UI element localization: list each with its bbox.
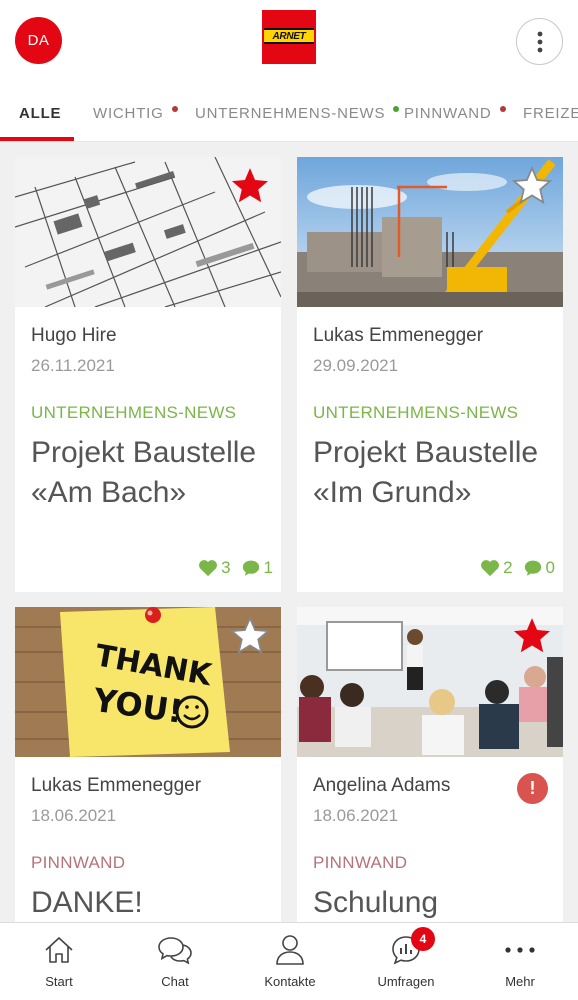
- company-logo: ARNET: [262, 10, 316, 64]
- card-category: UNTERNEHMENS-NEWS: [31, 403, 237, 422]
- nav-chat[interactable]: Chat: [117, 923, 233, 1000]
- tab-alle[interactable]: ALLE: [19, 84, 61, 141]
- nav-mehr[interactable]: Mehr: [462, 923, 578, 1000]
- card-author: Hugo Hire: [31, 325, 117, 346]
- vertical-dots-icon: [537, 31, 542, 52]
- card-stats: 3 1: [198, 558, 273, 578]
- category-tabs: ALLE WICHTIG UNTERNEHMENS-NEWS PINNWAND …: [0, 84, 578, 142]
- unread-dot: [499, 106, 506, 112]
- chat-icon: [158, 937, 192, 965]
- favorite-star-icon[interactable]: [511, 615, 553, 657]
- heart-icon: [481, 560, 500, 577]
- card-date: 29.09.2021: [313, 356, 399, 375]
- person-icon: [276, 935, 304, 965]
- nav-start[interactable]: Start: [1, 923, 117, 1000]
- favorite-star-icon[interactable]: [229, 615, 271, 657]
- card-date: 18.06.2021: [31, 806, 117, 825]
- card-category: UNTERNEHMENS-NEWS: [313, 403, 519, 422]
- comment-count: 1: [263, 558, 273, 577]
- card-author: Angelina Adams: [313, 775, 451, 796]
- unread-dot: [171, 106, 178, 112]
- active-tab-indicator: [0, 137, 74, 141]
- card-category: PINNWAND: [31, 853, 126, 872]
- overflow-menu-button[interactable]: [516, 18, 563, 65]
- heart-icon: [199, 560, 218, 577]
- card-title: Projekt Baustelle «Am Bach»: [31, 436, 257, 509]
- comment-icon: [242, 560, 259, 576]
- tab-pinnwand[interactable]: PINNWAND: [404, 84, 506, 141]
- comment-icon: [524, 560, 541, 576]
- tab-unternehmens-news[interactable]: UNTERNEHMENS-NEWS: [195, 84, 400, 141]
- home-icon: [45, 937, 73, 963]
- nav-kontakte[interactable]: Kontakte: [232, 923, 348, 1000]
- card-title: Projekt Baustelle «Im Grund»: [313, 436, 539, 509]
- card-title: DANKE!: [31, 886, 143, 919]
- like-count: 2: [503, 558, 513, 577]
- favorite-star-icon[interactable]: [229, 165, 271, 207]
- news-card[interactable]: Angelina Adams ! 18.06.2021 PINNWAND Sch…: [297, 607, 563, 937]
- card-title: Schulung: [313, 886, 439, 919]
- card-date: 18.06.2021: [313, 806, 399, 825]
- tab-wichtig[interactable]: WICHTIG: [93, 84, 178, 141]
- news-card[interactable]: Hugo Hire 26.11.2021 UNTERNEHMENS-NEWS P…: [15, 157, 281, 592]
- user-avatar[interactable]: DA: [15, 17, 62, 64]
- app-header: DA ARNET: [0, 0, 578, 84]
- card-category: PINNWAND: [313, 853, 408, 872]
- news-card[interactable]: Lukas Emmenegger 29.09.2021 UNTERNEHMENS…: [297, 157, 563, 592]
- unread-dot: [393, 106, 400, 112]
- bottom-navigation: Start Chat Kontakte 4 Umfragen Mehr: [0, 922, 578, 1000]
- tab-freizeit[interactable]: FREIZEIT: [523, 84, 578, 141]
- card-stats: 2 0: [480, 558, 555, 578]
- card-author: Lukas Emmenegger: [313, 325, 484, 346]
- card-author: Lukas Emmenegger: [31, 775, 202, 796]
- news-card[interactable]: THANK YOU! Lukas Emmenegger 18.06.2021 P…: [15, 607, 281, 937]
- logo-wordmark: ARNET: [264, 28, 314, 44]
- comment-count: 0: [545, 558, 555, 577]
- like-count: 3: [221, 558, 231, 577]
- notification-badge: 4: [411, 927, 435, 951]
- nav-umfragen[interactable]: 4 Umfragen: [348, 923, 464, 1000]
- important-alert-icon: !: [517, 773, 548, 804]
- more-icon: [505, 947, 535, 953]
- favorite-star-icon[interactable]: [511, 165, 553, 207]
- card-date: 26.11.2021: [31, 356, 115, 375]
